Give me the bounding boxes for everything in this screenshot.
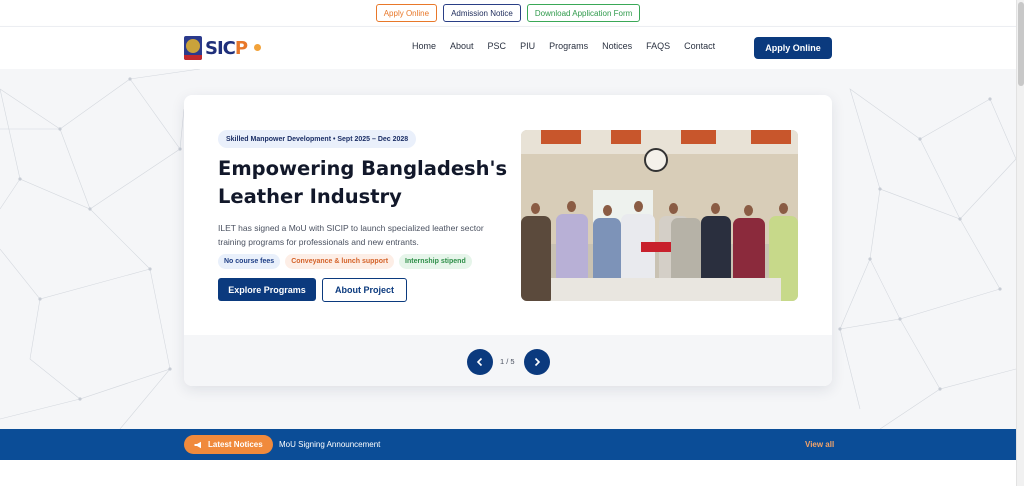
clock-icon <box>644 148 668 172</box>
chevron-left-icon <box>476 357 483 367</box>
apply-online-button[interactable]: Apply Online <box>754 37 832 59</box>
site-header: SICP Home About PSC PIU Programs Notices… <box>0 26 1016 69</box>
view-all-notices-link[interactable]: View all <box>805 440 834 449</box>
apply-online-link[interactable]: Apply Online <box>375 4 438 22</box>
logo-wordmark: SICP <box>205 37 248 59</box>
top-link-strip: Apply Online Admission Notice Download A… <box>0 0 1016 26</box>
slide-description: ILET has signed a MoU with SICIP to laun… <box>218 223 484 247</box>
chip-stipend: Internship stipend <box>399 254 472 269</box>
latest-notices-label: Latest Notices <box>208 440 263 449</box>
previous-slide-button[interactable] <box>467 349 493 375</box>
site-logo[interactable]: SICP <box>184 34 264 62</box>
nav-home[interactable]: Home <box>412 41 436 51</box>
nav-psc[interactable]: PSC <box>488 41 507 51</box>
nav-about[interactable]: About <box>450 41 474 51</box>
slide-title: Empowering Bangladesh's Leather Industry <box>218 157 508 208</box>
nav-notices[interactable]: Notices <box>602 41 632 51</box>
benefit-chips: No course fees Conveyance & lunch suppor… <box>218 254 472 269</box>
slide-pager: 1 / 5 <box>500 357 515 366</box>
megaphone-icon <box>194 441 201 448</box>
nav-faqs[interactable]: FAQS <box>646 41 670 51</box>
mou-signing-photo <box>521 130 798 301</box>
main-nav: Home About PSC PIU Programs Notices FAQS… <box>412 41 729 51</box>
scrollbar-thumb[interactable] <box>1018 2 1024 86</box>
page: Apply Online Admission Notice Download A… <box>0 0 1016 486</box>
latest-notices-badge[interactable]: Latest Notices <box>184 435 273 454</box>
nav-contact[interactable]: Contact <box>684 41 715 51</box>
university-seal-icon <box>184 36 202 60</box>
chip-conveyance: Conveyance & lunch support <box>285 254 395 269</box>
chip-no-fees: No course fees <box>218 254 281 269</box>
hero-section: Skilled Manpower Development • Sept 2025… <box>0 69 1016 429</box>
page-bottom <box>0 460 1016 486</box>
nav-programs[interactable]: Programs <box>549 41 588 51</box>
notice-ticker-item[interactable]: MoU Signing Announcement <box>279 440 380 449</box>
latest-notices-bar: Latest Notices MoU Signing Announcement … <box>0 429 1016 460</box>
chevron-right-icon <box>534 357 541 367</box>
hero-slide-card: Skilled Manpower Development • Sept 2025… <box>184 95 832 386</box>
next-slide-button[interactable] <box>524 349 550 375</box>
download-form-link[interactable]: Download Application Form <box>526 4 641 22</box>
admission-notice-link[interactable]: Admission Notice <box>443 4 521 22</box>
nav-piu[interactable]: PIU <box>520 41 535 51</box>
about-project-button[interactable]: About Project <box>322 278 407 302</box>
explore-programs-button[interactable]: Explore Programs <box>218 278 316 301</box>
page-scrollbar[interactable] <box>1016 0 1024 486</box>
program-tag: Skilled Manpower Development • Sept 2025… <box>218 130 417 148</box>
lightbulb-icon <box>250 41 264 55</box>
